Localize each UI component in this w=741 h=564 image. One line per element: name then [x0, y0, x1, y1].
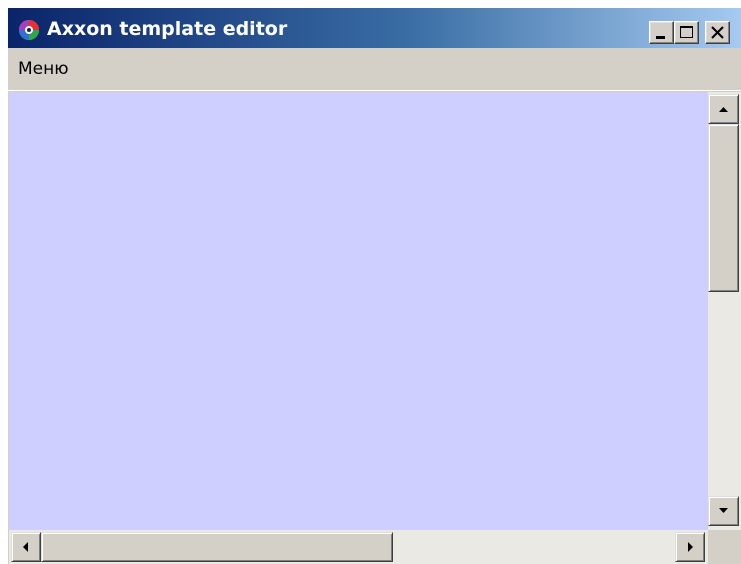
horizontal-scrollbar[interactable]	[9, 530, 708, 564]
window-title: Axxon template editor	[47, 18, 288, 40]
title-bar[interactable]: Axxon template editor	[8, 8, 741, 48]
editor-canvas[interactable]	[9, 92, 708, 530]
menu-bar: Меню	[8, 48, 741, 91]
scroll-up-button[interactable]	[708, 94, 739, 124]
scroll-left-button[interactable]	[11, 532, 41, 562]
horizontal-scroll-thumb[interactable]	[41, 532, 393, 562]
app-window: Axxon template editor Меню	[8, 8, 741, 564]
close-button[interactable]	[705, 21, 730, 44]
maximize-button[interactable]	[674, 21, 699, 44]
axxon-logo-icon[interactable]	[18, 19, 40, 41]
size-grip[interactable]	[708, 530, 741, 564]
scroll-down-button[interactable]	[708, 496, 739, 526]
vertical-scroll-thumb[interactable]	[708, 124, 739, 292]
scroll-right-button[interactable]	[675, 532, 705, 562]
menu-item-menu[interactable]: Меню	[16, 59, 71, 79]
vertical-scrollbar[interactable]	[708, 92, 741, 530]
minimize-button[interactable]	[649, 21, 674, 44]
